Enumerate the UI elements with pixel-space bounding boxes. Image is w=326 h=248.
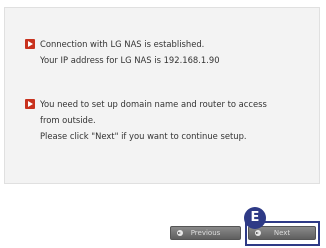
arrow-bullet-icon	[25, 99, 35, 109]
callout-marker: E	[244, 207, 266, 229]
message-setup: You need to set up domain name and route…	[25, 96, 267, 144]
message-line: from outside.	[40, 115, 96, 125]
message-connection: Connection with LG NAS is established. Y…	[25, 36, 220, 68]
previous-button[interactable]: Previous	[170, 226, 241, 240]
info-panel: Connection with LG NAS is established. Y…	[4, 7, 320, 184]
previous-button-label: Previous	[190, 229, 221, 237]
arrow-bullet-icon	[25, 39, 35, 49]
message-line: Your IP address for LG NAS is 192.168.1.…	[40, 55, 220, 65]
arrow-circle-icon	[177, 230, 183, 236]
message-line: You need to set up domain name and route…	[40, 99, 267, 109]
message-line: Connection with LG NAS is established.	[40, 39, 205, 49]
message-line: Please click "Next" if you want to conti…	[40, 131, 247, 141]
